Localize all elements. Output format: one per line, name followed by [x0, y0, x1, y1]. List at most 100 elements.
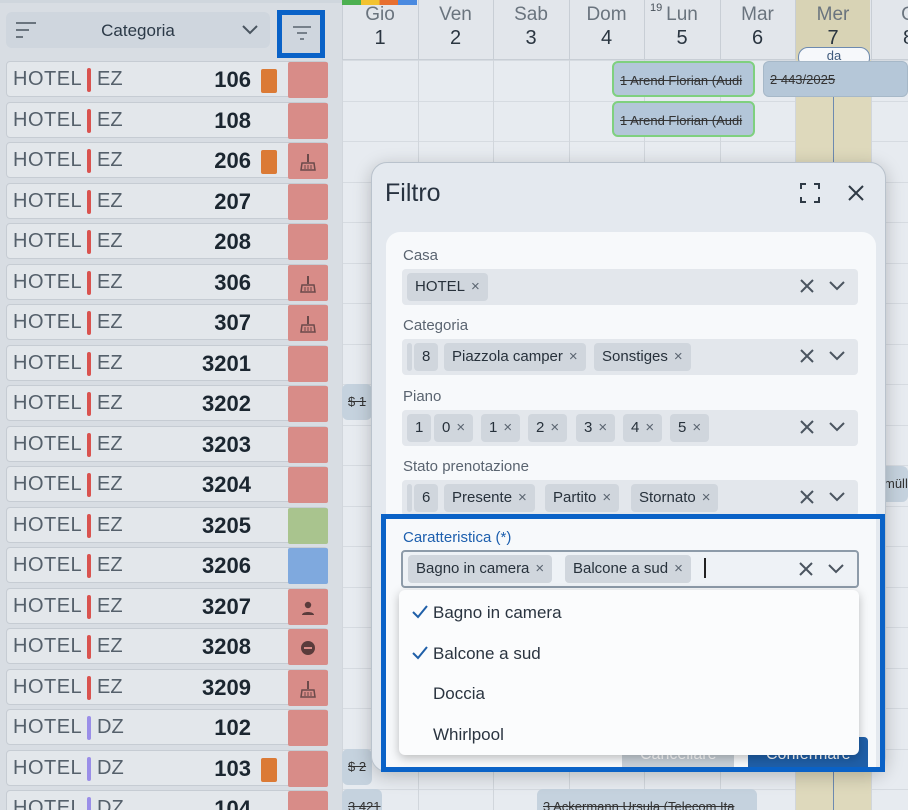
- room-status[interactable]: [288, 507, 328, 544]
- room-row[interactable]: HOTEL EZ 3203: [6, 425, 328, 463]
- broom-icon: [300, 275, 316, 293]
- room-row[interactable]: HOTEL DZ 103: [6, 749, 328, 787]
- day-header[interactable]: Mar 6: [719, 0, 795, 60]
- booking-bar[interactable]: 3 421: [342, 789, 382, 810]
- categoria-chip[interactable]: Piazzola camper ×: [444, 343, 586, 371]
- room-row[interactable]: HOTEL EZ 108: [6, 101, 328, 139]
- stato-field[interactable]: 6 Presente × Partito × Stornato ×: [402, 480, 858, 516]
- room-row[interactable]: HOTEL EZ 3206: [6, 547, 328, 584]
- room-status[interactable]: [288, 426, 328, 463]
- piano-chip[interactable]: 4 ×: [623, 414, 663, 442]
- room-status[interactable]: [288, 791, 328, 810]
- close-icon[interactable]: [844, 181, 868, 205]
- room-status[interactable]: [288, 467, 328, 503]
- room-status[interactable]: [288, 224, 328, 260]
- room-status[interactable]: [288, 750, 328, 787]
- casa-field[interactable]: HOTEL ×: [402, 269, 858, 305]
- room-status[interactable]: [288, 548, 328, 584]
- room-row[interactable]: HOTEL EZ 3201: [6, 344, 328, 382]
- booking-bar[interactable]: 2 443/2025: [763, 61, 908, 97]
- remove-chip-icon[interactable]: ×: [645, 419, 654, 436]
- room-status[interactable]: [288, 345, 328, 382]
- remove-chip-icon[interactable]: ×: [602, 489, 611, 506]
- room-status[interactable]: [288, 669, 328, 706]
- remove-chip-icon[interactable]: ×: [456, 419, 465, 436]
- room-status[interactable]: [288, 62, 328, 98]
- filter-button[interactable]: [277, 10, 325, 58]
- remove-chip-icon[interactable]: ×: [692, 419, 701, 436]
- clear-icon[interactable]: [798, 418, 816, 436]
- piano-chip[interactable]: 3 ×: [576, 414, 616, 442]
- room-status[interactable]: [288, 183, 328, 220]
- room-row[interactable]: HOTEL EZ 307: [6, 304, 328, 341]
- clear-icon[interactable]: [798, 277, 816, 295]
- room-status[interactable]: [288, 143, 328, 179]
- remove-chip-icon[interactable]: ×: [550, 419, 559, 436]
- piano-field[interactable]: 1 0 × 1 × 2 × 3 × 4 × 5 ×: [402, 410, 858, 446]
- room-row[interactable]: HOTEL EZ 3205: [6, 506, 328, 544]
- chevron-down-icon[interactable]: [828, 489, 846, 505]
- house-label: HOTEL: [13, 675, 83, 698]
- piano-chip[interactable]: 2 ×: [528, 414, 568, 442]
- remove-chip-icon[interactable]: ×: [598, 419, 607, 436]
- count-chip: 6: [414, 484, 439, 512]
- room-row[interactable]: HOTEL EZ 3209: [6, 668, 328, 706]
- chevron-down-icon[interactable]: [828, 348, 846, 364]
- room-number: 207: [214, 188, 251, 214]
- room-status[interactable]: [288, 629, 328, 665]
- room-row[interactable]: HOTEL EZ 206: [6, 142, 328, 179]
- categoria-chip[interactable]: Sonstiges ×: [594, 343, 691, 371]
- category-select[interactable]: Categoria: [6, 12, 270, 48]
- room-row[interactable]: HOTEL DZ 104: [6, 790, 328, 810]
- booking-bar[interactable]: $ 2: [342, 749, 372, 785]
- day-name: G: [872, 4, 908, 26]
- room-row[interactable]: HOTEL EZ 3208: [6, 628, 328, 665]
- clear-icon[interactable]: [798, 488, 816, 506]
- room-status[interactable]: [288, 264, 328, 301]
- remove-chip-icon[interactable]: ×: [518, 489, 527, 506]
- room-row[interactable]: HOTEL DZ 102: [6, 709, 328, 746]
- room-status[interactable]: [288, 710, 328, 746]
- stato-chip[interactable]: Partito ×: [545, 484, 620, 512]
- booking-bar[interactable]: 1 Arend Florian (Audi: [612, 61, 755, 97]
- room-status[interactable]: [288, 386, 328, 422]
- stato-chip[interactable]: Presente ×: [444, 484, 535, 512]
- remove-chip-icon[interactable]: ×: [503, 419, 512, 436]
- expand-icon[interactable]: [798, 181, 822, 205]
- room-row[interactable]: HOTEL EZ 306: [6, 263, 328, 301]
- piano-chip[interactable]: 5 ×: [670, 414, 710, 442]
- booking-bar[interactable]: $ 1: [342, 384, 372, 420]
- remove-chip-icon[interactable]: ×: [471, 278, 480, 295]
- room-status[interactable]: [288, 102, 328, 139]
- piano-chip[interactable]: 1: [407, 414, 432, 442]
- remove-chip-icon[interactable]: ×: [674, 348, 683, 365]
- room-row[interactable]: HOTEL EZ 207: [6, 182, 328, 220]
- remove-chip-icon[interactable]: ×: [569, 348, 578, 365]
- day-header[interactable]: G8: [870, 0, 908, 60]
- chip-label: 2: [536, 419, 545, 436]
- room-status[interactable]: [288, 588, 328, 625]
- remove-chip-icon[interactable]: ×: [702, 489, 711, 506]
- day-name: Gio: [365, 4, 395, 25]
- room-row[interactable]: HOTEL EZ 106: [6, 61, 328, 98]
- room-row[interactable]: HOTEL EZ 3207: [6, 587, 328, 625]
- day-header[interactable]: Gio 1: [342, 0, 417, 60]
- clear-icon[interactable]: [798, 347, 816, 365]
- day-header[interactable]: Sab 3: [493, 0, 568, 60]
- stato-chip[interactable]: Stornato ×: [631, 484, 719, 512]
- categoria-field[interactable]: 8 Piazzola camper × Sonstiges ×: [402, 339, 858, 375]
- room-row[interactable]: HOTEL EZ 3202: [6, 385, 328, 422]
- room-row[interactable]: HOTEL EZ 208: [6, 223, 328, 260]
- room-row[interactable]: HOTEL EZ 3204: [6, 466, 328, 503]
- casa-chip[interactable]: HOTEL ×: [407, 273, 488, 301]
- chevron-down-icon[interactable]: [828, 278, 846, 294]
- piano-chip[interactable]: 0 ×: [434, 414, 474, 442]
- booking-bar[interactable]: 3 Ackermann Ursula (Telecom Ita: [537, 789, 757, 810]
- day-header[interactable]: Dom 4: [568, 0, 644, 60]
- piano-chip[interactable]: 1 ×: [481, 414, 521, 442]
- room-status[interactable]: [288, 305, 328, 341]
- chevron-down-icon[interactable]: [828, 419, 846, 435]
- booking-bar[interactable]: 1 Arend Florian (Audi: [612, 101, 755, 137]
- broom-icon: [300, 316, 316, 333]
- day-header[interactable]: Ven 2: [417, 0, 493, 60]
